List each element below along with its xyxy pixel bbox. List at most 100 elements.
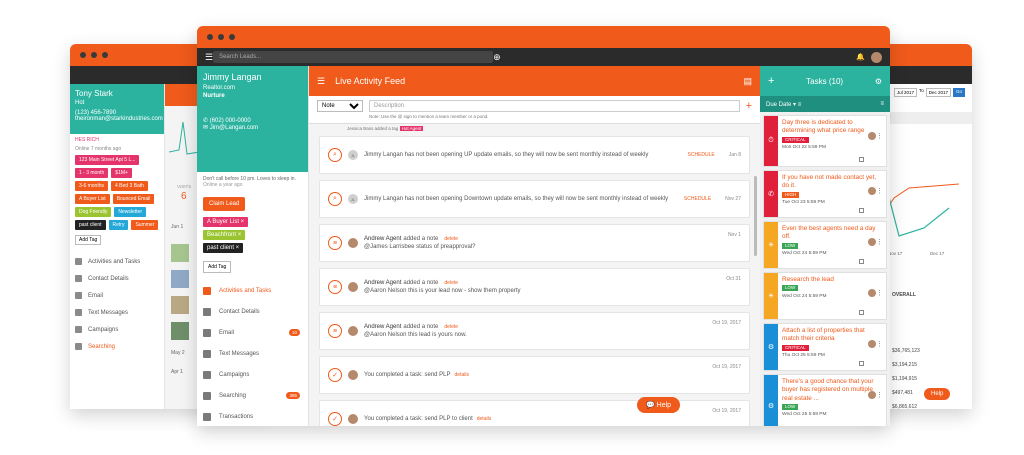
schedule-link[interactable]: SCHEDULE [684,196,711,202]
tag-chip[interactable]: A Buyer List [75,194,110,204]
tag-chip[interactable]: $1M+ [111,168,132,178]
calendar-icon[interactable] [859,157,864,162]
add-note-icon[interactable]: + [746,100,752,112]
tag-chip[interactable]: 4 Bed 3 Bath [111,181,148,191]
nav-item[interactable]: Campaigns [75,321,159,338]
nav-label: Searching [219,392,247,399]
tag-chip[interactable]: Newsletter [114,207,146,217]
help-button[interactable]: Help [924,388,951,400]
task-title[interactable]: If you have not made contact yet, do it. [782,174,882,191]
property-thumbnail[interactable] [171,296,189,314]
delete-link[interactable]: delete [444,236,458,242]
task-title[interactable]: Day three is dedicated to determining wh… [782,119,882,136]
tag-remove-icon[interactable]: × [236,232,242,238]
tag-label: Beachfront [207,232,237,238]
scrollbar[interactable] [754,176,757,256]
feed-text: Jimmy Langan has not been opening Downto… [364,195,669,202]
more-icon[interactable]: ⋮ [876,187,883,195]
nav-item[interactable]: Campaigns [197,364,308,385]
nav-item[interactable]: Activities and Tasks [75,253,159,270]
note-type-select[interactable]: Note [317,100,363,112]
nav-item[interactable]: Searching [75,338,159,355]
schedule-link[interactable]: SCHEDULE [688,152,715,158]
go-button[interactable]: Go [953,88,966,97]
nav-item[interactable]: Activities and Tasks [197,280,308,301]
property-thumbnail[interactable] [171,322,189,340]
tag-chip[interactable]: Summer [131,220,159,230]
tag-chip[interactable]: 123 Main Street Apt 5 L... [75,155,140,165]
gear-icon[interactable]: ⚙ [875,77,882,86]
tasks-panel: + Tasks (10) ⚙ Due Date ▾ ≡ ≡ ⏱ Day three… [760,66,890,426]
description-input[interactable]: Description [369,100,740,112]
overall-value: $36,765,123 [892,348,920,354]
date-from[interactable]: Jul 2017 [894,88,918,97]
tag-chip[interactable]: 1 - 3 month [75,168,109,178]
nav-item[interactable]: Text Messages [75,304,159,321]
add-tag-button[interactable]: Add Tag [75,235,102,245]
task-card[interactable]: ✆ If you have not made contact yet, do it… [763,170,887,218]
task-title[interactable]: There's a good chance that your buyer ha… [782,378,882,403]
more-icon[interactable]: ⋮ [876,391,883,399]
add-task-icon[interactable]: + [768,75,774,87]
tag-chip[interactable]: Retry [108,220,129,230]
tag-chip[interactable]: Dog Friendly [75,207,112,217]
date-to[interactable]: Dec 2017 [925,88,952,97]
menu-icon[interactable]: ☰ [317,76,325,87]
task-card[interactable]: ⚙ There's a good chance that your buyer h… [763,374,887,426]
filter-icon[interactable]: ≡ [880,101,884,107]
delete-link[interactable]: delete [444,324,458,330]
search-input[interactable]: Search Leads... [213,51,494,63]
tag-remove-icon[interactable]: × [239,219,245,225]
details-link[interactable]: details [477,416,491,422]
notification-bell-icon[interactable]: 🔔 [856,53,865,61]
lead-email[interactable]: theironman@starkindustries.com [75,116,163,122]
nav-item[interactable]: Email 10 [197,322,308,343]
nav-item[interactable]: Email [75,287,159,304]
add-circle-icon[interactable]: ⊕ [493,52,501,63]
task-card[interactable]: ☀ Even the best agents need a day off. LOW… [763,221,887,269]
help-button[interactable]: 💬 Help [637,397,681,413]
tag-chip[interactable]: past client [75,220,106,230]
calendar-icon[interactable] [859,310,864,315]
tag-chip[interactable]: 3-6 months [75,181,109,191]
task-title[interactable]: Attach a list of properties that match t… [782,327,882,344]
task-type-icon: ✆ [764,171,778,217]
property-thumbnail[interactable] [171,244,189,262]
lead-email[interactable]: ✉ Jim@Langan.com [203,124,302,131]
task-title[interactable]: Even the best agents need a day off. [782,225,882,242]
nav-item[interactable]: Searching 385 [197,385,308,406]
calendar-icon[interactable] [859,361,864,366]
tag-chip[interactable]: Bounced Email [112,194,155,204]
task-card[interactable]: ⚙ Attach a list of properties that match … [763,323,887,371]
more-icon[interactable]: ⋮ [876,340,883,348]
details-link[interactable]: details [455,372,469,378]
sort-dropdown[interactable]: Due Date ▾ ≡ [766,101,801,108]
more-icon[interactable]: ⋮ [876,289,883,297]
nav-item[interactable]: Contact Details [197,301,308,322]
nav-item[interactable]: Contact Details [75,270,159,287]
add-tag-button[interactable]: Add Tag [203,261,232,273]
task-due: Wed Oct 24 5:59 PM [782,293,827,299]
more-icon[interactable]: ⋮ [876,238,883,246]
nav-item[interactable]: Text Messages [197,343,308,364]
task-title[interactable]: Research the lead [782,276,882,284]
task-card[interactable]: ☀ Research the lead LOW Wed Oct 24 5:59 PM ⋮ [763,272,887,320]
property-thumbnail[interactable] [171,270,189,288]
nav-item[interactable]: Transactions [197,406,308,426]
tag-chip[interactable]: Beachfront × [203,230,246,240]
more-icon[interactable]: ⋮ [876,132,883,140]
claim-lead-button[interactable]: Claim Lead [203,197,246,211]
task-card[interactable]: ⏱ Day three is dedicated to determining w… [763,115,887,167]
delete-link[interactable]: delete [444,280,458,286]
lead-phone[interactable]: ✆ (602) 000-0000 [203,117,302,124]
tag-chip[interactable]: past client × [203,243,244,253]
lead-stage[interactable]: Nurture [203,93,302,99]
nav-icon [75,258,82,265]
tag-chip[interactable]: A Buyer List × [203,217,249,227]
user-avatar[interactable] [871,51,882,63]
calendar-icon[interactable] [859,259,864,264]
clipboard-icon[interactable]: ▤ [743,76,752,87]
tag-remove-icon[interactable]: × [234,245,240,251]
calendar-icon[interactable] [859,208,864,213]
hamburger-icon[interactable]: ☰ [205,52,213,63]
